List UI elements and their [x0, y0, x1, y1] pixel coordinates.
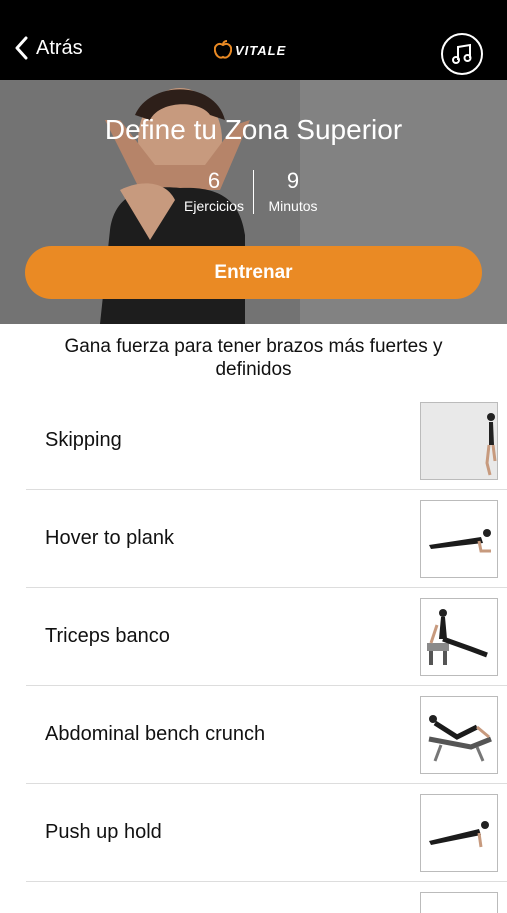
- workout-title: Define tu Zona Superior: [104, 114, 403, 145]
- app-logo: VITALE: [214, 40, 286, 60]
- exercise-count-label: Ejercicios: [184, 198, 244, 214]
- triceps-bench-thumbnail-icon: [420, 598, 498, 676]
- exercise-name: Triceps banco: [45, 625, 170, 647]
- music-note-icon: [452, 43, 472, 64]
- top-bar: Atrás VITALE: [0, 0, 507, 80]
- skipping-thumbnail-icon: [420, 402, 498, 480]
- exercise-row-triceps-banco[interactable]: Triceps banco: [26, 588, 507, 686]
- plank-thumbnail-icon: [420, 500, 498, 578]
- exercise-name: Skipping: [45, 429, 122, 451]
- workout-hero: Define tu Zona Superior 6 Ejercicios 9 M…: [0, 80, 507, 324]
- exercise-row-abdominal-bench-crunch[interactable]: Abdominal bench crunch: [26, 686, 507, 784]
- chevron-left-icon: [15, 36, 28, 60]
- back-label: Atrás: [36, 36, 83, 59]
- exercise-count: 6 Ejercicios: [175, 168, 253, 214]
- bench-crunch-thumbnail-icon: [420, 696, 498, 774]
- train-button[interactable]: Entrenar: [25, 246, 482, 299]
- exercise-count-value: 6: [207, 168, 221, 193]
- exercise-row-skipping[interactable]: Skipping: [26, 392, 507, 490]
- duration-value: 9: [286, 168, 300, 193]
- exercise-row-hover-to-plank[interactable]: Hover to plank: [26, 490, 507, 588]
- exercise-row-push-up-hold[interactable]: Push up hold: [26, 784, 507, 882]
- apple-logo-icon: [214, 40, 232, 59]
- music-button[interactable]: [441, 33, 483, 75]
- duration-label: Minutos: [268, 198, 318, 214]
- back-button[interactable]: Atrás: [14, 36, 83, 60]
- logo-text: VITALE: [235, 42, 287, 58]
- list-item: [26, 882, 507, 913]
- exercise-name: Hover to plank: [45, 527, 174, 549]
- exercise-list: Skipping Hover to plank Triceps banco Ab…: [26, 392, 507, 913]
- workout-description: Gana fuerza para tener brazos más fuerte…: [64, 336, 443, 380]
- exercise-name: Abdominal bench crunch: [45, 723, 266, 745]
- duration: 9 Minutos: [254, 168, 332, 214]
- exercise-name: Push up hold: [45, 821, 162, 843]
- push-up-thumbnail-icon: [420, 794, 498, 872]
- workout-stats: 6 Ejercicios 9 Minutos: [0, 168, 507, 214]
